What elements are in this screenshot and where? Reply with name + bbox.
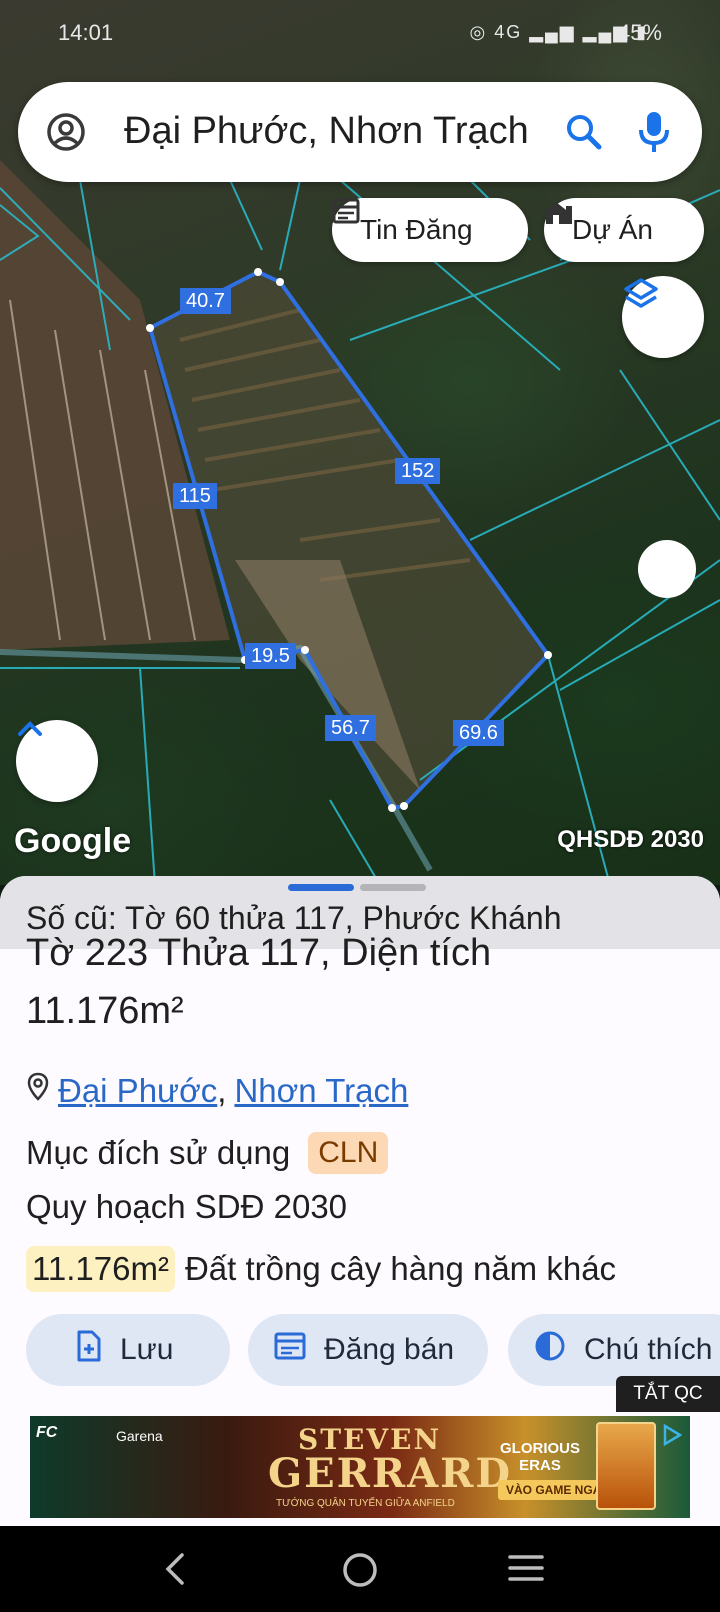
ad-event-line: ERAS xyxy=(519,1457,561,1474)
chip-listings-label: Tin Đăng xyxy=(360,214,473,245)
edge-length-label: 152 xyxy=(395,458,441,484)
system-nav-bar xyxy=(0,1526,720,1612)
back-icon[interactable] xyxy=(164,1552,186,1591)
parcel-title: Tờ 223 Thửa 117, Diện tích xyxy=(26,932,492,974)
listing-icon xyxy=(274,1332,306,1368)
location-pin-icon xyxy=(26,1072,50,1110)
ad-event-line: GLORIOUS xyxy=(500,1440,581,1457)
status-time: 14:01 xyxy=(58,20,114,45)
chip-projects-label: Dự Án xyxy=(572,214,653,245)
recent-apps-icon[interactable] xyxy=(508,1552,544,1589)
location-district-link[interactable]: Nhơn Trạch xyxy=(234,1072,408,1110)
battery-level: 45% xyxy=(617,20,662,45)
ad-card-image xyxy=(596,1422,656,1510)
edge-length-label: 56.7 xyxy=(325,715,376,741)
parcel-area: 11.176m² xyxy=(26,990,184,1032)
tab-indicator-inactive[interactable] xyxy=(360,884,426,891)
plan-label: Quy hoạch SDĐ 2030 xyxy=(26,1188,348,1225)
location-separator: , xyxy=(217,1072,227,1109)
search-input[interactable]: Đại Phước, Nhơn Trạch xyxy=(124,110,564,153)
legend-button-label: Chú thích xyxy=(584,1333,713,1366)
home-icon[interactable] xyxy=(342,1552,378,1593)
land-use-purpose: Mục đích sử dụng CLN xyxy=(26,1132,389,1174)
contrast-icon xyxy=(534,1330,566,1370)
edge-length-label: 69.6 xyxy=(453,720,504,746)
purpose-label: Mục đích sử dụng xyxy=(26,1134,291,1171)
edge-length-label: 115 xyxy=(173,483,217,509)
map-handle-button[interactable] xyxy=(638,540,696,598)
ad-headline: STEVEN GERRARD xyxy=(268,1426,512,1494)
location-ward-link[interactable]: Đại Phước xyxy=(58,1072,217,1110)
network-type: 4G xyxy=(494,22,523,42)
save-button-label: Lưu xyxy=(120,1333,174,1366)
layers-button[interactable] xyxy=(622,276,704,358)
post-for-sale-button[interactable]: Đăng bán xyxy=(248,1314,488,1386)
status-bar: 14:01 ◎ 4G ▂▄▆ ▂▄▆ ▮ 45% xyxy=(0,0,720,66)
parcel-info-sheet[interactable]: Số cũ: Tờ 60 thửa 117, Phước Khánh Tờ 22… xyxy=(0,876,720,1526)
expand-button[interactable] xyxy=(16,720,98,802)
map-view[interactable]: 40.7 152 115 19.5 56.7 69.6 14:01 ◎ 4G ▂… xyxy=(0,0,720,885)
plan-area-row: 11.176m² Đất trồng cây hàng năm khác xyxy=(26,1246,616,1292)
edge-length-label: 19.5 xyxy=(245,643,296,669)
ad-brand-logo: Garena xyxy=(116,1428,163,1444)
ad-banner[interactable]: FC Garena STEVEN GERRARD TƯỚNG QUÂN TUYẾ… xyxy=(30,1416,690,1518)
ad-event-name: GLORIOUS ERAS xyxy=(500,1440,580,1474)
tab-indicator-active[interactable] xyxy=(288,884,354,891)
post-button-label: Đăng bán xyxy=(324,1333,455,1366)
save-button[interactable]: Lưu xyxy=(26,1314,230,1386)
search-bar[interactable]: Đại Phước, Nhơn Trạch xyxy=(18,82,702,182)
sheet-tab-indicator[interactable] xyxy=(288,884,426,891)
close-ad-button[interactable]: TẮT QC xyxy=(616,1376,720,1412)
plan-layer-label: QHSDĐ 2030 xyxy=(557,826,704,853)
chip-listings[interactable]: Tin Đăng xyxy=(332,198,528,262)
plan-land-type: Đất trồng cây hàng năm khác xyxy=(184,1250,617,1287)
ad-brand-logo: FC xyxy=(36,1424,58,1441)
edge-length-label: 40.7 xyxy=(180,288,231,314)
google-logo: Google xyxy=(14,822,132,860)
ad-tagline: TƯỚNG QUÂN TUYẾN GIỮA ANFIELD xyxy=(276,1498,455,1509)
ad-headline-line: GERRARD xyxy=(268,1450,513,1497)
parcel-location: Đại Phước, Nhơn Trạch xyxy=(26,1072,408,1110)
play-icon xyxy=(662,1423,683,1451)
plan-area-badge: 11.176m² xyxy=(26,1246,175,1292)
land-use-code-badge: CLN xyxy=(308,1132,389,1174)
chip-projects[interactable]: Dự Án xyxy=(544,198,704,262)
add-document-icon xyxy=(76,1330,102,1370)
